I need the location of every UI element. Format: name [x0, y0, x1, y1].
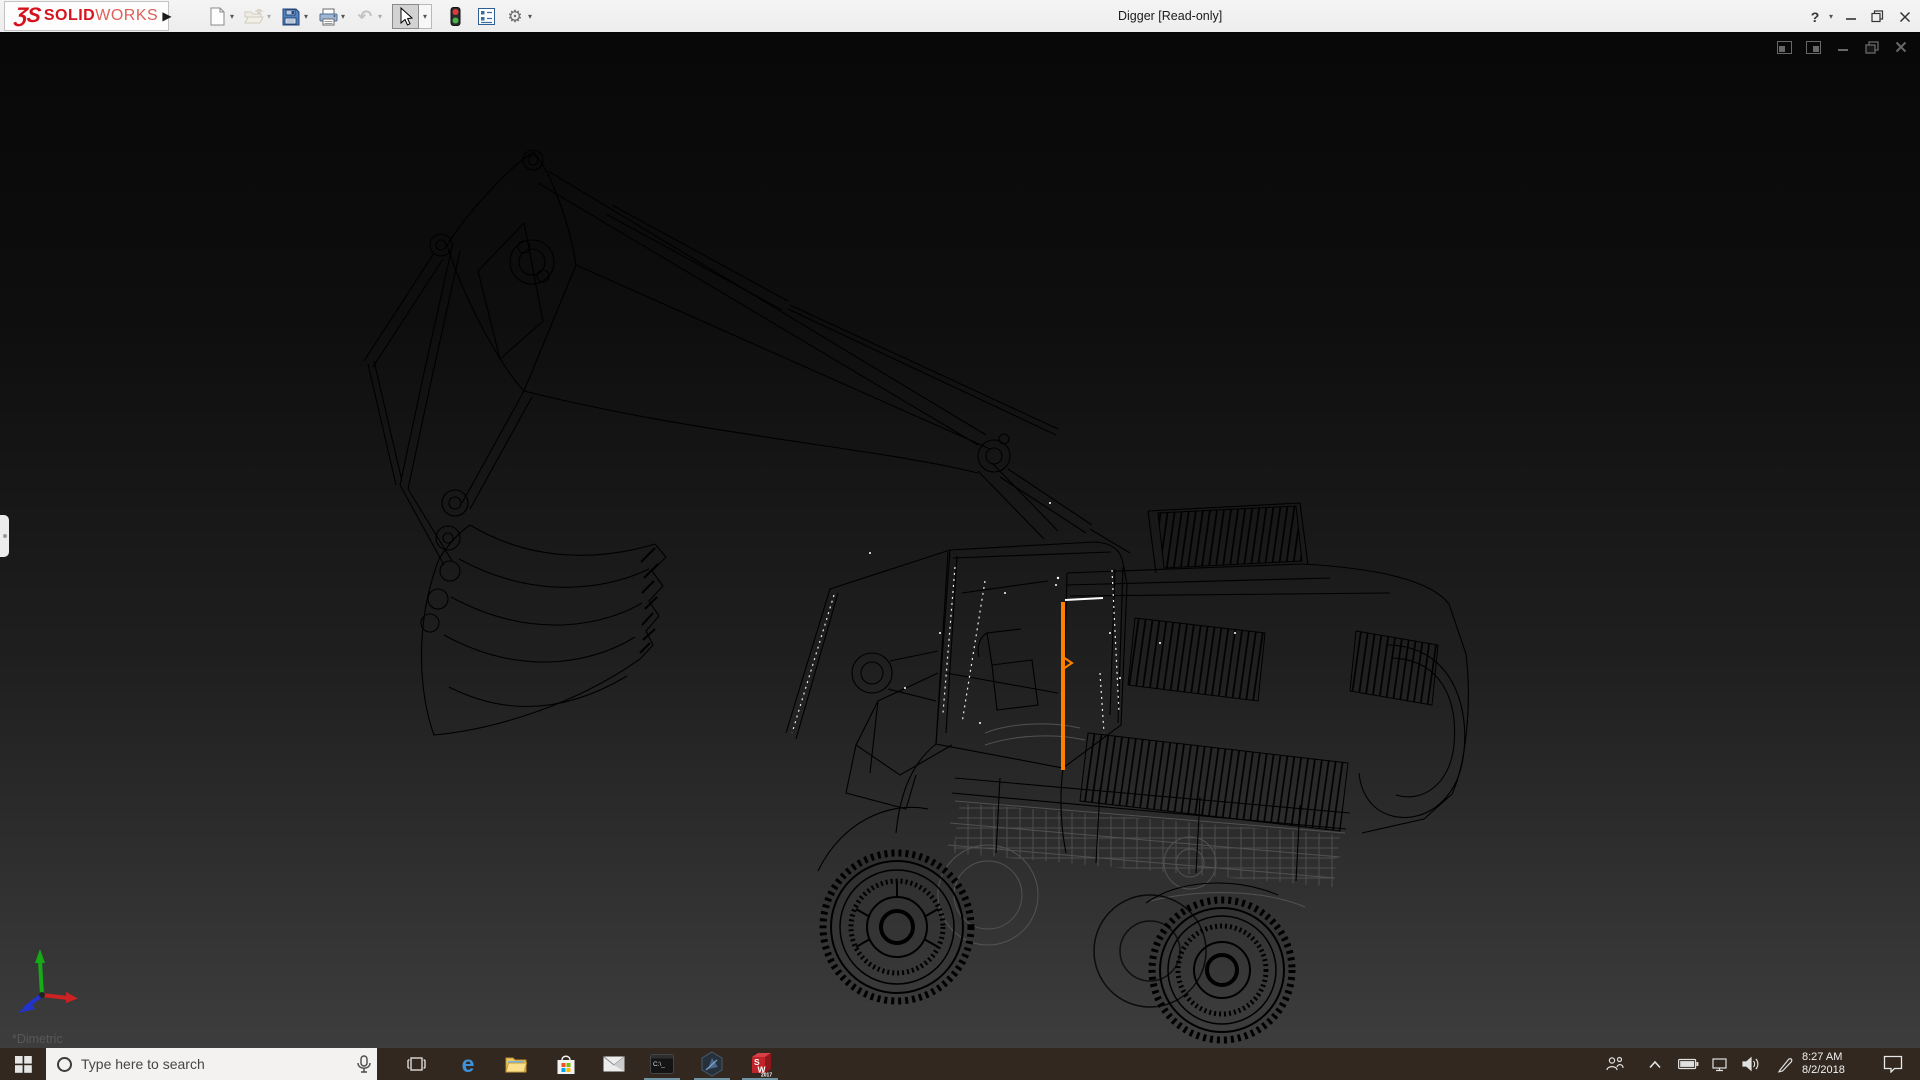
- tray-overflow-chevron[interactable]: [1642, 1048, 1668, 1080]
- graphics-viewport[interactable]: *Dimetric: [0, 33, 1920, 1048]
- store-button[interactable]: [548, 1048, 584, 1080]
- edge-icon: e: [461, 1050, 475, 1077]
- pen-icon[interactable]: [1770, 1048, 1800, 1080]
- flyout-tab-dot: [2, 534, 7, 538]
- pane-toggle-right-icon[interactable]: [1806, 40, 1821, 54]
- doc-close-button[interactable]: [1893, 40, 1908, 54]
- restore-button[interactable]: [1864, 0, 1891, 33]
- microphone-icon[interactable]: [351, 1054, 377, 1074]
- dassault-3s-icon: ƷS: [13, 4, 42, 27]
- taskbar-search[interactable]: [46, 1048, 377, 1080]
- taskbar-clock[interactable]: 8:27 AM 8/2/2018: [1802, 1051, 1866, 1077]
- select-cursor-icon[interactable]: [392, 4, 419, 29]
- edge-button[interactable]: e: [450, 1048, 486, 1080]
- folder-icon: [505, 1057, 527, 1073]
- print-icon[interactable]: [318, 7, 338, 27]
- logo-text-solid: SOLID: [43, 7, 96, 24]
- select-dropdown-caret[interactable]: ▾: [419, 4, 432, 29]
- help-dropdown-caret[interactable]: ▾: [1825, 0, 1837, 33]
- digger-wireframe-model: [363, 149, 1469, 1044]
- panel-flyout-tab[interactable]: [0, 515, 9, 557]
- traffic-light-icon[interactable]: [445, 7, 465, 27]
- open-dropdown-caret[interactable]: ▾: [264, 12, 274, 21]
- solidworks-taskbar-button[interactable]: S W 2017: [742, 1048, 778, 1080]
- quick-access-toolbar: ▾ ▾ ▾ ▾ ↶ ▾ ▾ ⚙ ▾: [207, 0, 542, 33]
- settings-tool[interactable]: ⚙ ▾: [505, 7, 535, 27]
- doc-restore-button[interactable]: [1864, 40, 1879, 54]
- rebuild-tool[interactable]: [445, 7, 465, 27]
- action-center-button[interactable]: [1876, 1048, 1910, 1080]
- view-orientation-label: *Dimetric: [12, 1032, 63, 1046]
- save-tool[interactable]: ▾: [281, 7, 311, 27]
- search-input[interactable]: [81, 1056, 351, 1072]
- undo-tool[interactable]: ↶ ▾: [355, 7, 385, 27]
- pane-toggle-left-icon[interactable]: [1777, 40, 1792, 54]
- svg-text:2017: 2017: [761, 1072, 772, 1077]
- hexagon-app-button[interactable]: [694, 1048, 730, 1080]
- open-folder-icon[interactable]: [244, 7, 264, 27]
- solidworks-logo: ƷS SOLID WORKS: [4, 1, 170, 31]
- print-dropdown-caret[interactable]: ▾: [338, 12, 348, 21]
- logo-text-works: WORKS: [95, 7, 159, 24]
- clock-time: 8:27 AM: [1802, 1051, 1843, 1063]
- options-list-tool[interactable]: [476, 7, 496, 27]
- solidworks-2017-icon: S W 2017: [751, 1052, 772, 1077]
- menu-flyout-arrow-icon[interactable]: ▶: [158, 3, 176, 29]
- wheels: [819, 849, 1296, 1044]
- app-titlebar: ƷS SOLID WORKS ▶ ▾ ▾ ▾ ▾ ↶ ▾ ▾ ⚙ ▾ Digge…: [0, 0, 1920, 33]
- network-icon[interactable]: [1706, 1048, 1734, 1080]
- gear-icon[interactable]: ⚙: [505, 7, 525, 27]
- clock-date: 8/2/2018: [1802, 1064, 1845, 1076]
- task-view-button[interactable]: [398, 1048, 434, 1080]
- properties-list-icon[interactable]: [476, 7, 496, 27]
- start-button[interactable]: [0, 1048, 46, 1080]
- settings-dropdown-caret[interactable]: ▾: [525, 12, 535, 21]
- open-document-tool[interactable]: ▾: [244, 7, 274, 27]
- new-document-icon[interactable]: [207, 7, 227, 27]
- mail-button[interactable]: [596, 1048, 632, 1080]
- grille-hatching: [1079, 505, 1439, 832]
- help-button[interactable]: ?: [1805, 0, 1825, 33]
- save-floppy-icon[interactable]: [281, 7, 301, 27]
- battery-icon[interactable]: [1674, 1048, 1702, 1080]
- highlighted-edges: [791, 566, 1120, 734]
- save-dropdown-caret[interactable]: ▾: [301, 12, 311, 21]
- command-prompt-button[interactable]: C:\_: [644, 1048, 680, 1080]
- cortana-icon: [57, 1056, 72, 1072]
- command-prompt-icon: C:\_: [650, 1054, 674, 1074]
- volume-icon[interactable]: [1737, 1048, 1765, 1080]
- titlebar-controls: ? ▾: [1805, 0, 1918, 33]
- close-button[interactable]: [1891, 0, 1918, 33]
- undo-dropdown-caret[interactable]: ▾: [375, 12, 385, 21]
- hexagon-app-icon: [701, 1051, 723, 1077]
- document-title: Digger [Read-only]: [1118, 9, 1223, 23]
- select-tool[interactable]: ▾: [392, 4, 432, 29]
- svg-text:C:\_: C:\_: [653, 1061, 665, 1068]
- store-icon: [557, 1055, 575, 1074]
- new-document-tool[interactable]: ▾: [207, 7, 237, 27]
- people-button[interactable]: [1600, 1048, 1630, 1080]
- file-explorer-button[interactable]: [498, 1048, 534, 1080]
- document-window-controls: [1777, 40, 1908, 54]
- undo-icon[interactable]: ↶: [355, 7, 375, 27]
- doc-minimize-button[interactable]: [1835, 40, 1850, 54]
- print-tool[interactable]: ▾: [318, 7, 348, 27]
- orientation-triad: [18, 949, 78, 1013]
- minimize-button[interactable]: [1837, 0, 1864, 33]
- windows-taskbar: e C:\_: [0, 1048, 1920, 1080]
- mail-icon: [603, 1056, 625, 1072]
- new-dropdown-caret[interactable]: ▾: [227, 12, 237, 21]
